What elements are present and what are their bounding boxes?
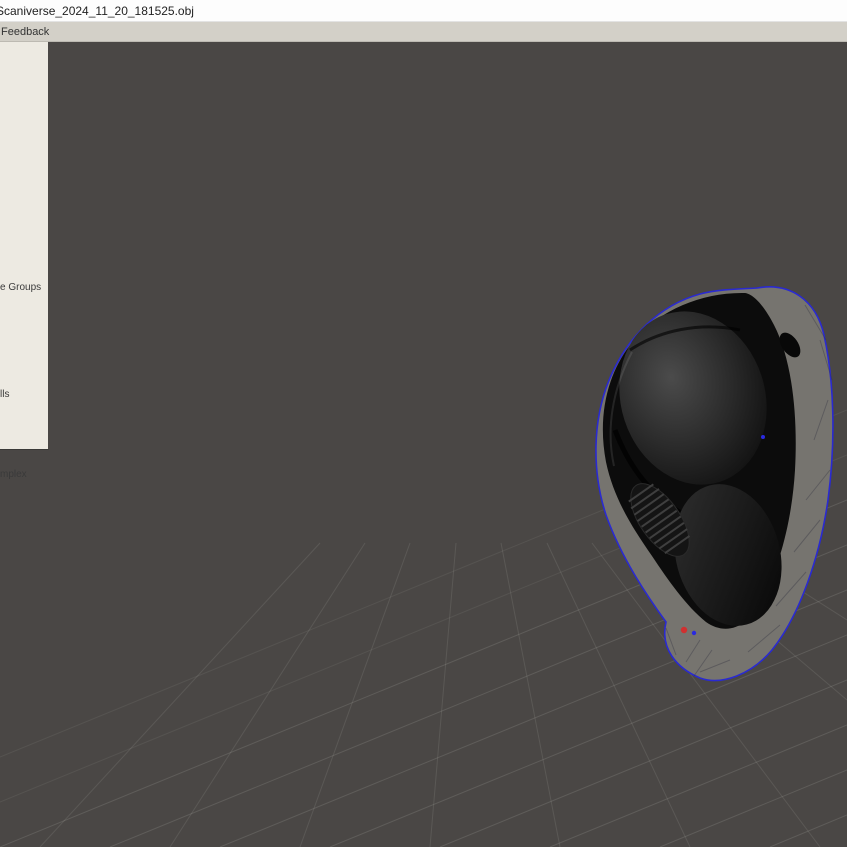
mouse-model — [596, 287, 833, 681]
marker-red — [681, 627, 687, 633]
menu-item-feedback[interactable]: Feedback — [0, 26, 55, 38]
tool-panel-item-face-groups[interactable]: e Groups — [0, 282, 41, 293]
viewport-canvas[interactable] — [0, 42, 847, 847]
viewport-scene — [0, 42, 847, 847]
tool-panel-item-complex[interactable]: mplex — [0, 469, 27, 480]
tool-panel-item-shells[interactable]: lls — [0, 389, 9, 400]
menu-bar: Feedback — [0, 22, 847, 42]
window-title: Scaniverse_2024_11_20_181525.obj — [0, 4, 194, 18]
marker-blue-top — [761, 435, 765, 439]
tool-panel: e Groups lls mplex — [0, 42, 49, 450]
title-bar: Scaniverse_2024_11_20_181525.obj — [0, 0, 847, 22]
marker-blue-bottom — [692, 631, 696, 635]
